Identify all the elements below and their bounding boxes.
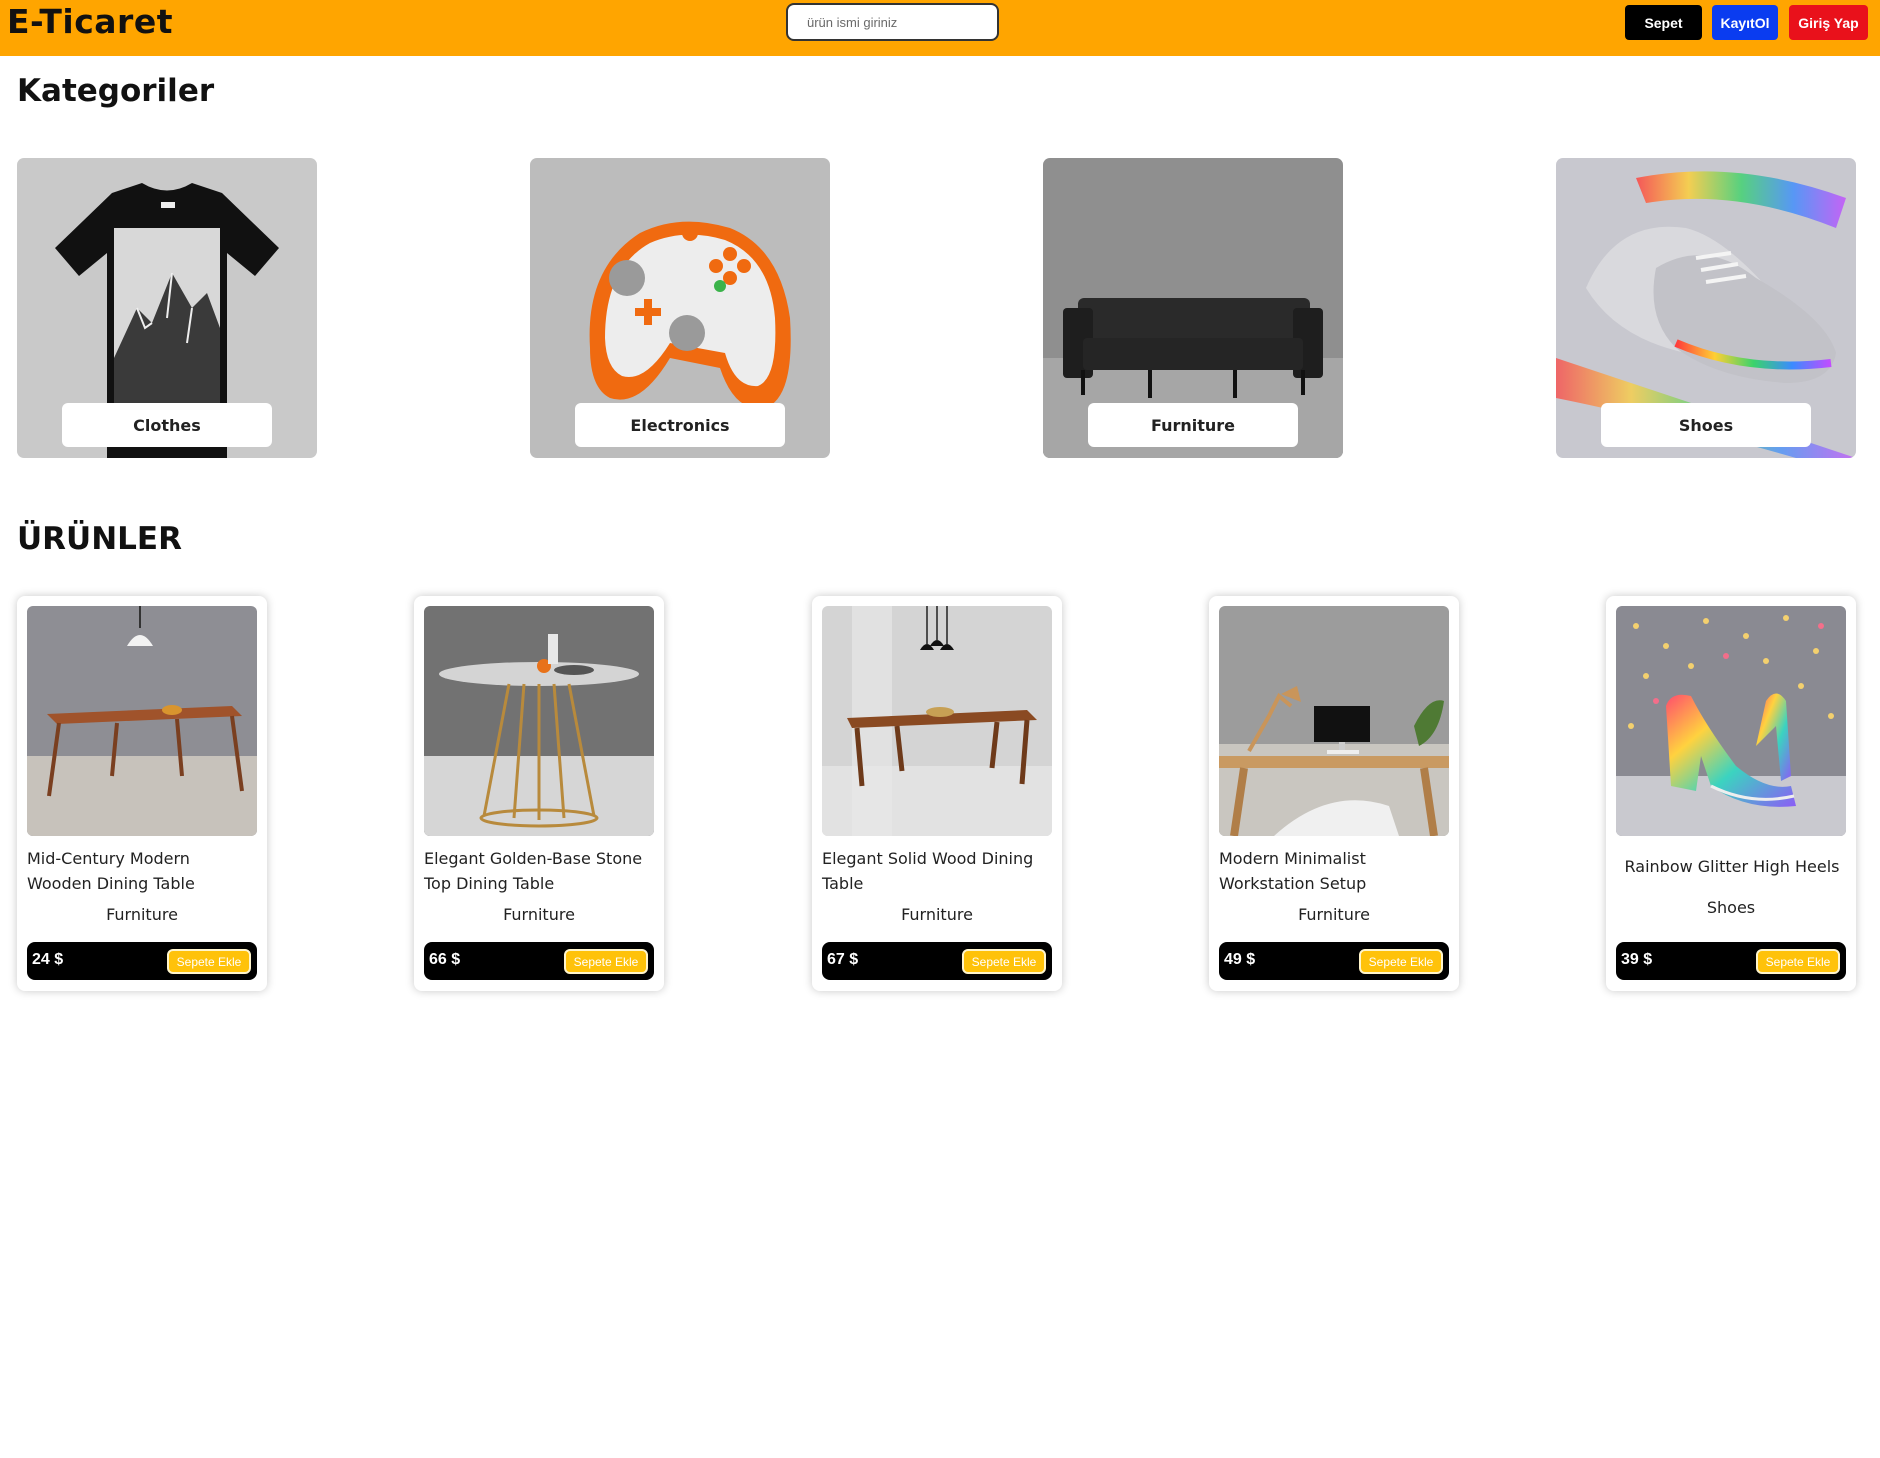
category-card-shoes[interactable]: Shoes — [1556, 158, 1856, 458]
cart-button[interactable]: Sepet — [1625, 5, 1702, 40]
product-title: Modern Minimalist Workstation Setup — [1219, 849, 1367, 893]
top-navbar: E-Ticaret Sepet KayıtOl Giriş Yap — [0, 0, 1880, 56]
product-category: Furniture — [106, 905, 178, 924]
product-category: Furniture — [1298, 905, 1370, 924]
products-heading: ÜRÜNLER — [17, 521, 182, 557]
product-card[interactable]: Modern Minimalist Workstation Setup Furn… — [1209, 596, 1459, 991]
product-price: 49 $ — [1224, 951, 1256, 968]
category-label: Clothes — [62, 403, 272, 447]
product-card[interactable]: Mid-Century Modern Wooden Dining Table F… — [17, 596, 267, 991]
product-category: Furniture — [503, 905, 575, 924]
product-price: 39 $ — [1621, 951, 1653, 968]
add-to-cart-button[interactable]: Sepete Ekle — [167, 949, 251, 974]
product-image[interactable] — [424, 606, 654, 836]
product-image[interactable] — [1219, 606, 1449, 836]
category-label: Shoes — [1601, 403, 1811, 447]
product-price: 24 $ — [32, 951, 64, 968]
product-title: Rainbow Glitter High Heels — [1624, 857, 1840, 876]
product-image[interactable] — [1616, 606, 1846, 836]
add-to-cart-button[interactable]: Sepete Ekle — [962, 949, 1046, 974]
site-logo[interactable]: E-Ticaret — [7, 2, 173, 41]
price-bar: 39 $ Sepete Ekle — [1616, 942, 1846, 980]
search-input[interactable] — [786, 3, 999, 41]
product-card[interactable]: Elegant Golden-Base Stone Top Dining Tab… — [414, 596, 664, 991]
add-to-cart-button[interactable]: Sepete Ekle — [1359, 949, 1443, 974]
add-to-cart-button[interactable]: Sepete Ekle — [1756, 949, 1840, 974]
add-to-cart-button[interactable]: Sepete Ekle — [564, 949, 648, 974]
product-card[interactable]: Elegant Solid Wood Dining Table Furnitur… — [812, 596, 1062, 991]
product-category: Shoes — [1706, 898, 1756, 917]
category-label: Furniture — [1088, 403, 1298, 447]
product-title: Mid-Century Modern Wooden Dining Table — [27, 849, 195, 893]
product-price: 67 $ — [827, 951, 859, 968]
price-bar: 49 $ Sepete Ekle — [1219, 942, 1449, 980]
product-image[interactable] — [822, 606, 1052, 836]
product-title: Elegant Golden-Base Stone Top Dining Tab… — [424, 849, 643, 893]
product-price: 66 $ — [429, 951, 461, 968]
product-category: Furniture — [901, 905, 973, 924]
categories-heading: Kategoriler — [17, 73, 215, 109]
product-image[interactable] — [27, 606, 257, 836]
category-card-furniture[interactable]: Furniture — [1043, 158, 1343, 458]
price-bar: 24 $ Sepete Ekle — [27, 942, 257, 980]
price-bar: 67 $ Sepete Ekle — [822, 942, 1052, 980]
category-card-clothes[interactable]: Clothes — [17, 158, 317, 458]
price-bar: 66 $ Sepete Ekle — [424, 942, 654, 980]
product-card[interactable]: Rainbow Glitter High Heels Shoes 39 $ Se… — [1606, 596, 1856, 991]
register-button[interactable]: KayıtOl — [1712, 5, 1778, 40]
category-card-electronics[interactable]: Electronics — [530, 158, 830, 458]
login-button[interactable]: Giriş Yap — [1789, 5, 1868, 40]
product-title: Elegant Solid Wood Dining Table — [822, 849, 1034, 893]
category-label: Electronics — [575, 403, 785, 447]
